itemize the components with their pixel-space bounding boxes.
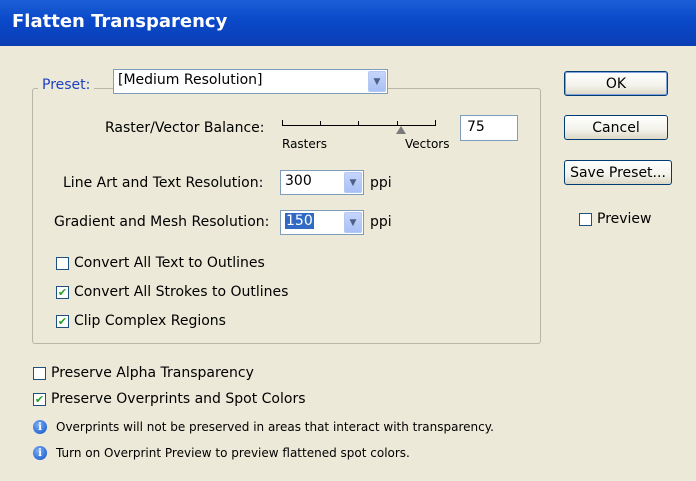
cancel-button[interactable]: Cancel bbox=[564, 115, 668, 140]
preserve-alpha-checkbox[interactable] bbox=[33, 367, 46, 380]
line-art-resolution-label: Line Art and Text Resolution: bbox=[63, 175, 264, 191]
slider-tick bbox=[320, 121, 321, 126]
clip-complex-checkbox[interactable]: ✔ bbox=[56, 315, 69, 328]
clip-complex-label[interactable]: Clip Complex Regions bbox=[74, 313, 226, 329]
info-icon: i bbox=[33, 420, 47, 434]
check-mark-icon: ✔ bbox=[57, 286, 68, 299]
gradient-resolution-select[interactable]: 150 ▼ bbox=[280, 210, 364, 235]
window-title: Flatten Transparency bbox=[12, 11, 228, 32]
check-mark-icon: ✔ bbox=[57, 315, 68, 328]
preserve-overprints-label[interactable]: Preserve Overprints and Spot Colors bbox=[51, 391, 306, 407]
vectors-label: Vectors bbox=[405, 137, 450, 151]
slider-track bbox=[282, 125, 436, 126]
line-art-unit: ppi bbox=[370, 175, 392, 191]
chevron-down-icon[interactable]: ▼ bbox=[368, 71, 386, 92]
slider-tick bbox=[358, 121, 359, 126]
gradient-unit: ppi bbox=[370, 214, 392, 230]
convert-text-checkbox[interactable] bbox=[56, 257, 69, 270]
slider-tick bbox=[282, 120, 283, 126]
preset-select-value: [Medium Resolution] bbox=[118, 72, 263, 88]
rasters-label: Rasters bbox=[282, 137, 327, 151]
chevron-down-icon[interactable]: ▼ bbox=[344, 212, 362, 233]
preset-label: Preset: bbox=[38, 77, 95, 93]
preview-label[interactable]: Preview bbox=[597, 211, 652, 227]
convert-strokes-label[interactable]: Convert All Strokes to Outlines bbox=[74, 284, 288, 300]
preview-checkbox[interactable] bbox=[579, 213, 592, 226]
info-icon: i bbox=[33, 446, 47, 460]
title-bar: Flatten Transparency bbox=[0, 0, 696, 46]
check-mark-icon: ✔ bbox=[34, 393, 45, 406]
raster-vector-input[interactable]: 75 bbox=[460, 115, 518, 141]
overprint-note: Overprints will not be preserved in area… bbox=[56, 420, 494, 434]
raster-vector-label: Raster/Vector Balance: bbox=[105, 120, 265, 136]
ok-button[interactable]: OK bbox=[564, 71, 668, 96]
slider-tick bbox=[435, 120, 436, 126]
chevron-down-icon[interactable]: ▼ bbox=[344, 172, 362, 193]
convert-strokes-checkbox[interactable]: ✔ bbox=[56, 286, 69, 299]
preset-select[interactable]: [Medium Resolution] ▼ bbox=[113, 69, 388, 94]
preserve-overprints-checkbox[interactable]: ✔ bbox=[33, 393, 46, 406]
raster-vector-value: 75 bbox=[467, 119, 485, 135]
save-preset-button[interactable]: Save Preset... bbox=[564, 160, 672, 185]
gradient-resolution-value: 150 bbox=[285, 213, 314, 229]
line-art-resolution-select[interactable]: 300 ▼ bbox=[280, 170, 364, 195]
line-art-resolution-value: 300 bbox=[285, 173, 312, 189]
spot-color-note: Turn on Overprint Preview to preview fla… bbox=[56, 446, 410, 460]
convert-text-label[interactable]: Convert All Text to Outlines bbox=[74, 255, 265, 271]
gradient-resolution-label: Gradient and Mesh Resolution: bbox=[54, 214, 270, 230]
preserve-alpha-label[interactable]: Preserve Alpha Transparency bbox=[51, 365, 254, 381]
slider-thumb[interactable] bbox=[396, 126, 406, 134]
